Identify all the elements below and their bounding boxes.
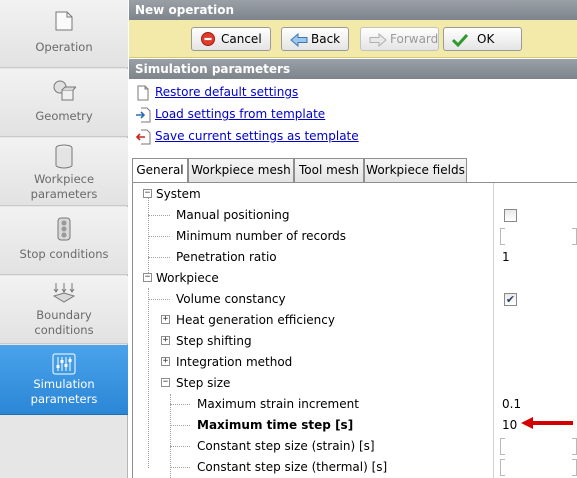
- tab-area: General Workpiece mesh Tool mesh Workpie…: [129, 0, 577, 478]
- tab-workpiece-mesh[interactable]: Workpiece mesh: [188, 158, 294, 182]
- property-row[interactable]: Volume constancy ✔: [133, 289, 577, 310]
- property-row[interactable]: Minimum number of records: [133, 226, 577, 247]
- volume-constancy-checkbox[interactable]: ✔: [504, 293, 517, 306]
- boundary-arrows-icon: [52, 282, 76, 304]
- group-step-shifting[interactable]: + Step shifting: [133, 331, 577, 352]
- traffic-light-icon: [52, 217, 76, 241]
- sidebar-item-geometry[interactable]: Geometry: [0, 69, 128, 137]
- max-time-step-value[interactable]: 10: [502, 418, 517, 432]
- property-row[interactable]: Penetration ratio 1: [133, 247, 577, 268]
- expand-icon[interactable]: +: [161, 336, 170, 345]
- tab-tool-mesh[interactable]: Tool mesh: [294, 158, 364, 182]
- sidebar-item-label: Boundary conditions: [34, 308, 94, 337]
- collapse-icon[interactable]: −: [143, 189, 152, 198]
- sidebar-item-stop-conditions[interactable]: Stop conditions: [0, 207, 128, 275]
- min-records-input[interactable]: [500, 228, 577, 245]
- max-strain-increment-value[interactable]: 0.1: [502, 397, 521, 411]
- tab-general[interactable]: General: [132, 158, 188, 183]
- collapse-icon[interactable]: −: [143, 273, 152, 282]
- sidebar-item-label: Stop conditions: [19, 247, 109, 261]
- property-row[interactable]: Constant step size (thermal) [s]: [133, 457, 577, 478]
- group-integration-method[interactable]: + Integration method: [133, 352, 577, 373]
- sidebar-item-label: Simulation parameters: [30, 377, 98, 406]
- sidebar-item-label: Operation: [35, 40, 93, 54]
- sidebar-item-operation[interactable]: Operation: [0, 0, 128, 68]
- sidebar-item-workpiece-parameters[interactable]: Workpiece parameters: [0, 138, 128, 206]
- sidebar-item-label: Workpiece parameters: [30, 172, 98, 201]
- cylinder-icon: [52, 144, 76, 169]
- property-row[interactable]: Constant step size (strain) [s]: [133, 436, 577, 457]
- sliders-icon: [52, 353, 76, 375]
- sidebar-item-label: Geometry: [35, 109, 93, 123]
- group-system[interactable]: − System: [133, 184, 577, 205]
- annotation-arrow-icon: [521, 417, 573, 429]
- sidebar: Operation Geometry Workpiece parameters …: [0, 0, 128, 478]
- expand-icon[interactable]: +: [161, 315, 170, 324]
- tab-workpiece-fields[interactable]: Workpiece fields: [364, 158, 467, 182]
- property-row[interactable]: Maximum strain increment 0.1: [133, 394, 577, 415]
- const-step-thermal-input[interactable]: [500, 459, 577, 476]
- group-step-size[interactable]: − Step size: [133, 373, 577, 394]
- sidebar-item-simulation-parameters[interactable]: Simulation parameters: [0, 345, 128, 415]
- property-grid: − System Manual positioning Minimum numb…: [132, 183, 577, 478]
- penetration-ratio-value[interactable]: 1: [502, 250, 510, 264]
- sidebar-item-boundary-conditions[interactable]: Boundary conditions: [0, 276, 128, 344]
- const-step-strain-input[interactable]: [500, 438, 577, 455]
- geometry-icon: [52, 79, 78, 101]
- property-row-selected[interactable]: Maximum time step [s] 10: [133, 415, 577, 436]
- property-row[interactable]: Manual positioning: [133, 205, 577, 226]
- group-heat-generation[interactable]: + Heat generation efficiency: [133, 310, 577, 331]
- expand-icon[interactable]: +: [161, 357, 170, 366]
- document-icon: [52, 10, 76, 32]
- manual-positioning-checkbox[interactable]: [504, 209, 517, 222]
- group-workpiece[interactable]: − Workpiece: [133, 268, 577, 289]
- collapse-icon[interactable]: −: [161, 378, 170, 387]
